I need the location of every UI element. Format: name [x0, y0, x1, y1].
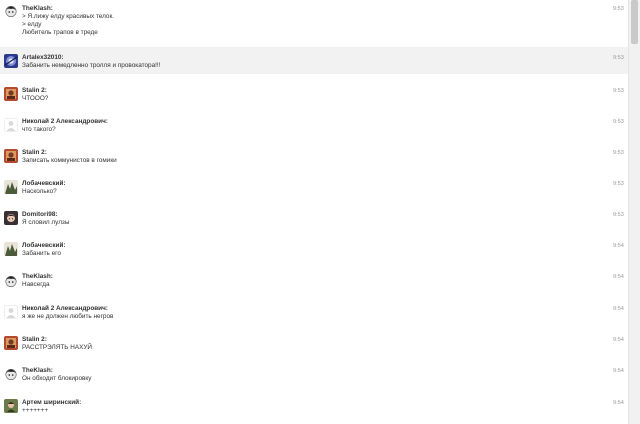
message-text: Он обходит блокировку — [22, 375, 92, 382]
stalin-avatar[interactable] — [4, 336, 18, 350]
chat-message: Николай 2 Александрович: что такого? 9:5… — [0, 113, 628, 137]
message-time: 9:54 — [613, 306, 624, 312]
message-text: я же не должен любить негров — [22, 313, 114, 320]
message-time: 9:53 — [613, 150, 624, 156]
message-author[interactable]: Лобачевский: — [22, 180, 66, 188]
chat-message: Domitori98: Я словил лулзы 9:53 — [0, 206, 628, 230]
message-author[interactable]: Stalin 2: — [22, 336, 47, 344]
message-time: 9:54 — [613, 337, 624, 343]
message-text: Любитель трапов в треде — [22, 29, 98, 36]
message-time: 9:53 — [613, 212, 624, 218]
message-author[interactable]: Николай 2 Александрович: — [22, 118, 108, 126]
message-text: Навсегда — [22, 281, 50, 288]
default-avatar[interactable] — [4, 305, 18, 319]
message-text: Забанить его — [22, 250, 61, 257]
chat-message-list: TheKlash: > Я.лижу елду красивых телок. … — [0, 0, 628, 424]
chat-message: Лобачевский: Забанить его 9:54 — [0, 237, 628, 261]
message-author[interactable]: Лобачевский: — [22, 242, 66, 250]
klash-avatar[interactable] — [4, 4, 18, 18]
message-text: что такого? — [22, 126, 56, 133]
message-author[interactable]: TheKlash: — [22, 367, 53, 375]
message-text: Насколько? — [22, 188, 57, 195]
message-author[interactable]: Domitori98: — [22, 211, 58, 219]
lobachevsky-avatar[interactable] — [4, 180, 18, 194]
chat-message: Лобачевский: Насколько? 9:53 — [0, 175, 628, 199]
message-author[interactable]: TheKlash: — [22, 5, 53, 13]
vertical-scrollbar[interactable] — [628, 0, 640, 424]
chat-message: Николай 2 Александрович: я же не должен … — [0, 300, 628, 324]
chat-message: Stalin 2: ЧТООО? 9:53 — [0, 82, 628, 106]
artem-avatar[interactable] — [4, 399, 18, 413]
message-text: Забанить немедленно тролля и провокатора… — [22, 62, 161, 69]
chat-message: TheKlash: Навсегда 9:54 — [0, 269, 628, 293]
message-text: РАССТРЭЛЯТЬ НАХУЙ — [22, 344, 92, 351]
klash-avatar[interactable] — [4, 367, 18, 381]
artalex-avatar[interactable] — [4, 54, 18, 68]
default-avatar[interactable] — [4, 118, 18, 132]
message-text: Я словил лулзы — [22, 219, 70, 226]
message-author[interactable]: TheKlash: — [22, 273, 53, 281]
stalin-avatar[interactable] — [4, 149, 18, 163]
message-time: 9:53 — [613, 119, 624, 125]
message-author[interactable]: Artalex32010: — [22, 54, 64, 62]
message-time: 9:54 — [613, 368, 624, 374]
domitori-avatar[interactable] — [4, 211, 18, 225]
message-author[interactable]: Stalin 2: — [22, 149, 47, 157]
klash-avatar[interactable] — [4, 274, 18, 288]
stalin-avatar[interactable] — [4, 87, 18, 101]
chat-message: TheKlash: Он обходит блокировку 9:54 — [0, 362, 628, 386]
message-time: 9:54 — [613, 400, 624, 406]
scrollbar-thumb[interactable] — [631, 0, 638, 44]
message-text: +++++++ — [22, 407, 49, 414]
chat-message: Артем ширинский: +++++++ 9:54 — [0, 394, 628, 422]
lobachevsky-avatar[interactable] — [4, 242, 18, 256]
chat-message: Stalin 2: Записать коммунистов в гомики … — [0, 144, 628, 168]
chat-message: TheKlash: > Я.лижу елду красивых телок. … — [0, 0, 628, 44]
message-time: 9:53 — [613, 6, 624, 12]
message-time: 9:54 — [613, 274, 624, 280]
chat-message: Stalin 2: РАССТРЭЛЯТЬ НАХУЙ 9:54 — [0, 331, 628, 355]
message-time: 9:53 — [613, 88, 624, 94]
message-author[interactable]: Николай 2 Александрович: — [22, 305, 108, 313]
message-text: Записать коммунистов в гомики — [22, 157, 117, 164]
message-time: 9:54 — [613, 243, 624, 249]
message-time: 9:53 — [613, 55, 624, 61]
message-text: > елду — [22, 21, 42, 28]
message-time: 9:53 — [613, 181, 624, 187]
message-author[interactable]: Артем ширинский: — [22, 399, 81, 407]
message-text: ЧТООО? — [22, 95, 49, 102]
message-author[interactable]: Stalin 2: — [22, 87, 47, 95]
chat-message: Artalex32010: Забанить немедленно тролля… — [0, 47, 628, 74]
message-text: > Я.лижу елду красивых телок. — [22, 13, 115, 20]
